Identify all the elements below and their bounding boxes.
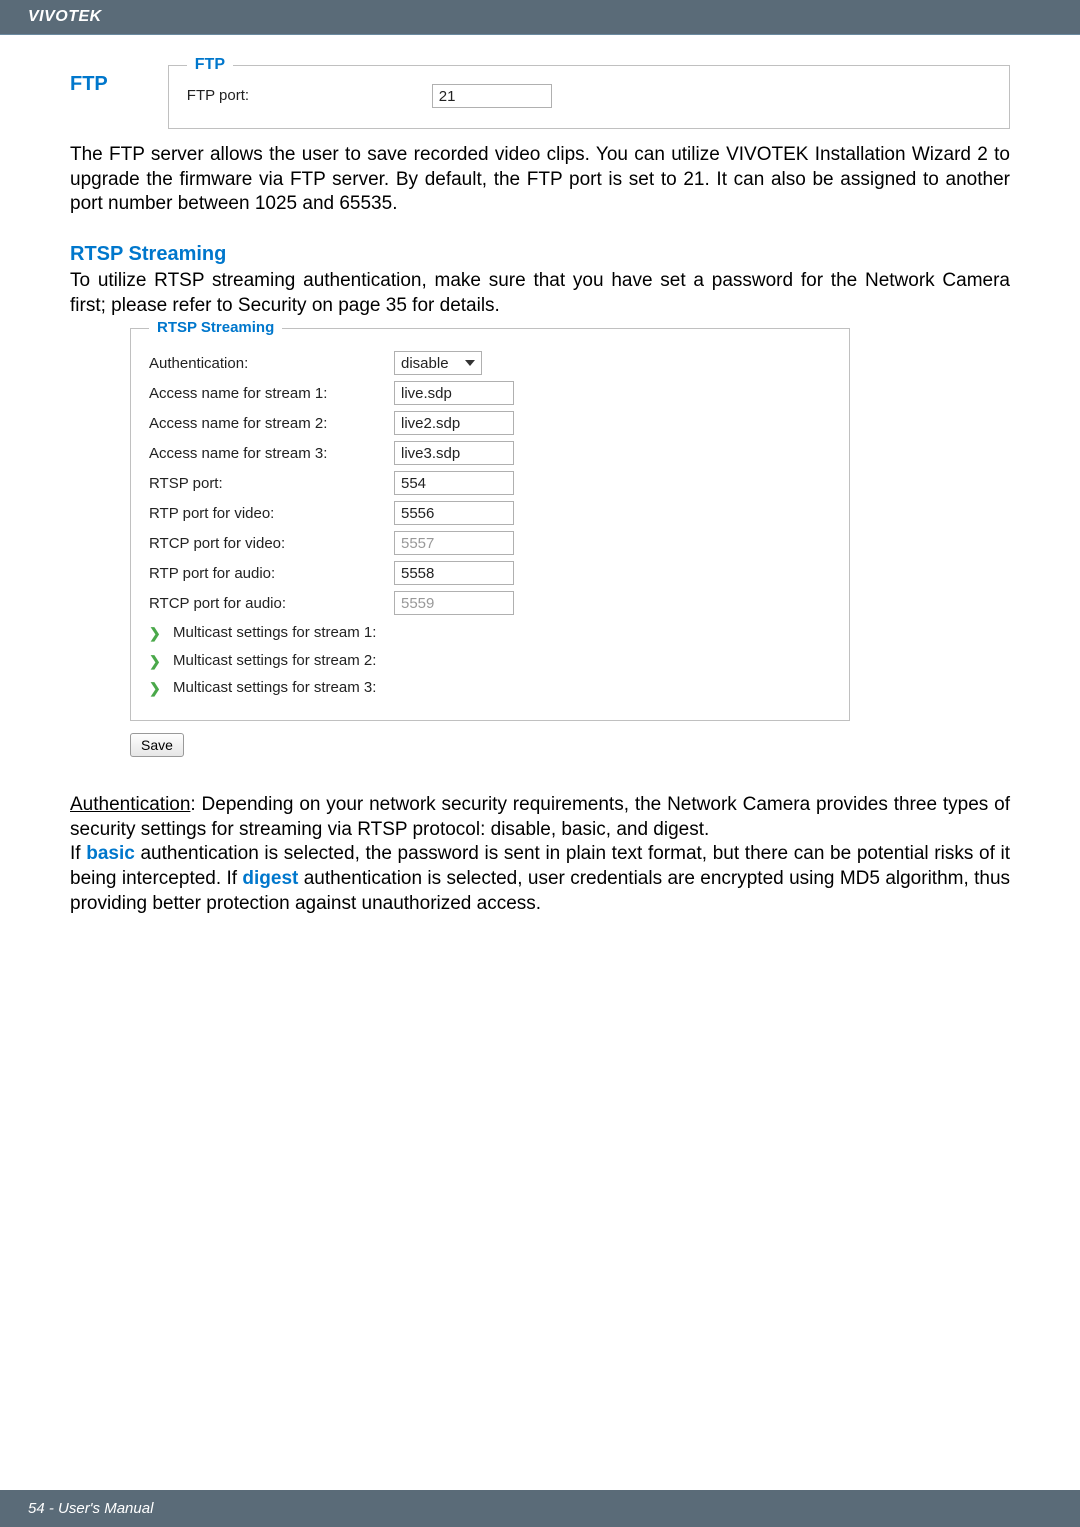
rtsp-title: RTSP Streaming [70,241,1010,267]
auth-underline: Authentication [70,794,190,815]
stream3-row: Access name for stream 3: [149,441,831,465]
line2-prefix: If [70,843,86,864]
multicast3-label: Multicast settings for stream 3: [173,678,376,698]
auth-label: Authentication: [149,354,394,374]
rtp-audio-row: RTP port for audio: [149,561,831,585]
stream2-row: Access name for stream 2: [149,411,831,435]
page-content: FTP FTP FTP port: The FTP server allows … [0,35,1080,916]
ftp-legend: FTP [187,55,233,76]
rtsp-port-label: RTSP port: [149,474,394,494]
stream3-input[interactable] [394,441,514,465]
rtp-audio-input[interactable] [394,561,514,585]
rtcp-audio-row: RTCP port for audio: [149,591,831,615]
explain-paragraph: Authentication: Depending on your networ… [70,793,1010,916]
multicast-row-3[interactable]: ❯ Multicast settings for stream 3: [149,678,831,698]
rtsp-port-input[interactable] [394,471,514,495]
rtcp-video-input[interactable] [394,531,514,555]
rtsp-legend: RTSP Streaming [149,318,282,338]
rtp-video-row: RTP port for video: [149,501,831,525]
expand-icon: ❯ [149,652,163,670]
rtcp-audio-input[interactable] [394,591,514,615]
rtsp-fieldset-wrap: RTSP Streaming Authentication: disable A… [130,328,850,721]
footer-bar: 54 - User's Manual [0,1490,1080,1527]
ftp-fieldset: FTP FTP port: [168,65,1010,129]
ftp-side-title: FTP [70,71,108,97]
rtsp-fieldset: RTSP Streaming Authentication: disable A… [130,328,850,721]
ftp-port-input[interactable] [432,84,552,108]
stream1-label: Access name for stream 1: [149,384,394,404]
multicast-row-1[interactable]: ❯ Multicast settings for stream 1: [149,623,831,643]
stream1-input[interactable] [394,381,514,405]
rtsp-port-row: RTSP port: [149,471,831,495]
multicast-row-2[interactable]: ❯ Multicast settings for stream 2: [149,651,831,671]
chevron-down-icon [465,360,475,366]
ftp-port-label: FTP port: [187,86,432,106]
ftp-section: FTP FTP FTP port: [70,65,1010,129]
rtsp-intro: To utilize RTSP streaming authentication… [70,269,1010,318]
rtp-audio-label: RTP port for audio: [149,564,394,584]
ftp-description: The FTP server allows the user to save r… [70,143,1010,217]
expand-icon: ❯ [149,679,163,697]
rtp-video-input[interactable] [394,501,514,525]
auth-select[interactable]: disable [394,351,482,375]
stream1-row: Access name for stream 1: [149,381,831,405]
footer-text: 54 - User's Manual [28,1500,153,1517]
basic-keyword: basic [86,843,135,864]
rtcp-video-label: RTCP port for video: [149,534,394,554]
rtcp-video-row: RTCP port for video: [149,531,831,555]
auth-select-value: disable [401,354,449,374]
brand-text: VIVOTEK [28,8,102,25]
stream2-input[interactable] [394,411,514,435]
multicast1-label: Multicast settings for stream 1: [173,623,376,643]
rtp-video-label: RTP port for video: [149,504,394,524]
digest-keyword: digest [242,868,298,889]
auth-rest: : Depending on your network security req… [70,794,1010,840]
header-bar: VIVOTEK [0,0,1080,34]
stream3-label: Access name for stream 3: [149,444,394,464]
ftp-port-row: FTP port: [187,84,991,108]
expand-icon: ❯ [149,624,163,642]
auth-row: Authentication: disable [149,351,831,375]
multicast2-label: Multicast settings for stream 2: [173,651,376,671]
rtcp-audio-label: RTCP port for audio: [149,594,394,614]
save-button[interactable]: Save [130,733,184,757]
stream2-label: Access name for stream 2: [149,414,394,434]
